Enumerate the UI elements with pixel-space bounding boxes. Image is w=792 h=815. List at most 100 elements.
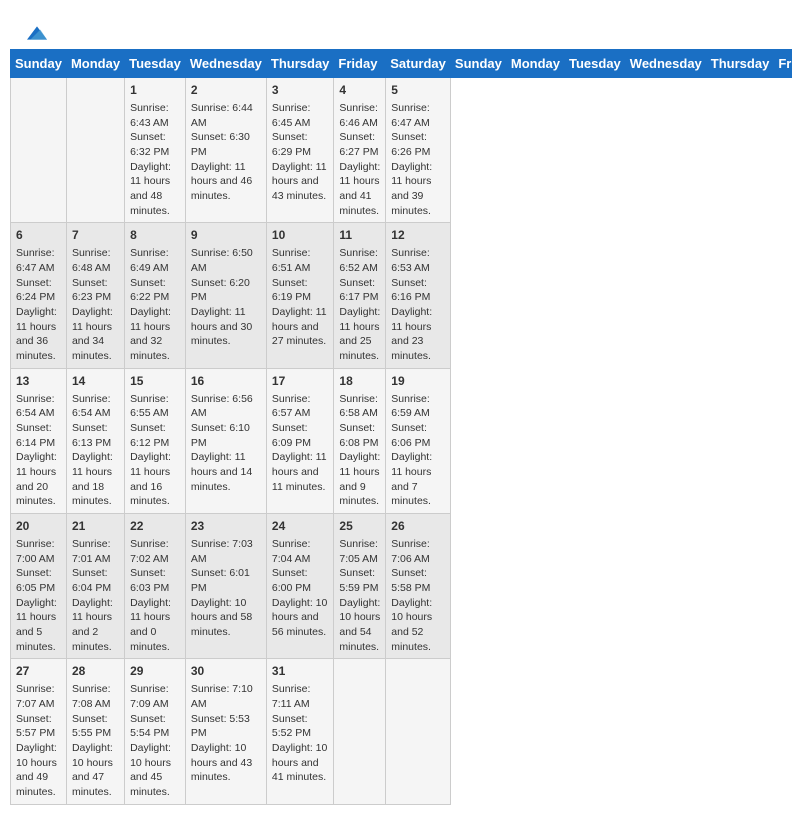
day-number: 16 xyxy=(191,373,261,390)
day-info: Sunrise: 6:45 AM Sunset: 6:29 PM Dayligh… xyxy=(272,101,329,204)
calendar-week-3: 13 Sunrise: 6:54 AM Sunset: 6:14 PM Dayli… xyxy=(11,368,792,513)
day-number: 8 xyxy=(130,227,180,244)
calendar-cell xyxy=(334,659,386,804)
calendar-cell: 12 Sunrise: 6:53 AM Sunset: 6:16 PM Dayli… xyxy=(386,223,451,368)
day-number: 29 xyxy=(130,663,180,680)
day-info: Sunrise: 6:46 AM Sunset: 6:27 PM Dayligh… xyxy=(339,101,380,219)
day-number: 7 xyxy=(72,227,119,244)
calendar-cell: 28 Sunrise: 7:08 AM Sunset: 5:55 PM Dayli… xyxy=(66,659,124,804)
calendar-cell: 30Sunrise: 7:10 AM Sunset: 5:53 PM Dayli… xyxy=(185,659,266,804)
header-tuesday: Tuesday xyxy=(125,50,186,78)
day-info: Sunrise: 7:11 AM Sunset: 5:52 PM Dayligh… xyxy=(272,682,329,785)
page-header xyxy=(10,10,782,49)
day-number: 17 xyxy=(272,373,329,390)
day-info: Sunrise: 7:01 AM Sunset: 6:04 PM Dayligh… xyxy=(72,537,119,655)
calendar-cell: 26Sunrise: 7:06 AM Sunset: 5:58 PM Dayli… xyxy=(386,514,451,659)
day-info: Sunrise: 7:08 AM Sunset: 5:55 PM Dayligh… xyxy=(72,682,119,800)
day-number: 12 xyxy=(391,227,445,244)
day-info: Sunrise: 7:04 AM Sunset: 6:00 PM Dayligh… xyxy=(272,537,329,640)
day-number: 4 xyxy=(339,82,380,99)
calendar-cell: 13 Sunrise: 6:54 AM Sunset: 6:14 PM Dayli… xyxy=(11,368,67,513)
calendar-cell: 5Sunrise: 6:47 AM Sunset: 6:26 PM Daylig… xyxy=(386,78,451,223)
calendar-cell: 10 Sunrise: 6:51 AM Sunset: 6:19 PM Dayli… xyxy=(266,223,334,368)
header-friday: Friday xyxy=(334,50,386,78)
calendar-cell: 4 Sunrise: 6:46 AM Sunset: 6:27 PM Daylig… xyxy=(334,78,386,223)
day-info: Sunrise: 7:05 AM Sunset: 5:59 PM Dayligh… xyxy=(339,537,380,655)
day-info: Sunrise: 6:55 AM Sunset: 6:12 PM Dayligh… xyxy=(130,392,180,510)
day-info: Sunrise: 6:51 AM Sunset: 6:19 PM Dayligh… xyxy=(272,246,329,349)
day-info: Sunrise: 7:00 AM Sunset: 6:05 PM Dayligh… xyxy=(16,537,61,655)
day-number: 22 xyxy=(130,518,180,535)
day-info: Sunrise: 6:54 AM Sunset: 6:14 PM Dayligh… xyxy=(16,392,61,510)
calendar-cell: 7 Sunrise: 6:48 AM Sunset: 6:23 PM Daylig… xyxy=(66,223,124,368)
calendar-cell: 25 Sunrise: 7:05 AM Sunset: 5:59 PM Dayli… xyxy=(334,514,386,659)
calendar-cell: 14 Sunrise: 6:54 AM Sunset: 6:13 PM Dayli… xyxy=(66,368,124,513)
day-number: 5 xyxy=(391,82,445,99)
header-monday: Monday xyxy=(506,50,564,78)
calendar-cell: 6Sunrise: 6:47 AM Sunset: 6:24 PM Daylig… xyxy=(11,223,67,368)
day-info: Sunrise: 6:58 AM Sunset: 6:08 PM Dayligh… xyxy=(339,392,380,510)
logo xyxy=(25,20,47,44)
day-info: Sunrise: 6:53 AM Sunset: 6:16 PM Dayligh… xyxy=(391,246,445,364)
day-info: Sunrise: 6:48 AM Sunset: 6:23 PM Dayligh… xyxy=(72,246,119,364)
day-number: 13 xyxy=(16,373,61,390)
header-friday: Friday xyxy=(774,50,792,78)
calendar-week-4: 20Sunrise: 7:00 AM Sunset: 6:05 PM Dayli… xyxy=(11,514,792,659)
calendar-cell: 11 Sunrise: 6:52 AM Sunset: 6:17 PM Dayli… xyxy=(334,223,386,368)
day-number: 24 xyxy=(272,518,329,535)
day-number: 28 xyxy=(72,663,119,680)
day-number: 2 xyxy=(191,82,261,99)
day-info: Sunrise: 6:56 AM Sunset: 6:10 PM Dayligh… xyxy=(191,392,261,495)
calendar-table: SundayMondayTuesdayWednesdayThursdayFrid… xyxy=(10,49,792,804)
day-number: 18 xyxy=(339,373,380,390)
day-number: 15 xyxy=(130,373,180,390)
day-number: 25 xyxy=(339,518,380,535)
day-info: Sunrise: 7:07 AM Sunset: 5:57 PM Dayligh… xyxy=(16,682,61,800)
day-info: Sunrise: 7:03 AM Sunset: 6:01 PM Dayligh… xyxy=(191,537,261,640)
day-number: 27 xyxy=(16,663,61,680)
day-info: Sunrise: 6:50 AM Sunset: 6:20 PM Dayligh… xyxy=(191,246,261,349)
calendar-cell: 1 Sunrise: 6:43 AM Sunset: 6:32 PM Daylig… xyxy=(125,78,186,223)
calendar-cell: 23Sunrise: 7:03 AM Sunset: 6:01 PM Dayli… xyxy=(185,514,266,659)
header-wednesday: Wednesday xyxy=(185,50,266,78)
calendar-cell: 31 Sunrise: 7:11 AM Sunset: 5:52 PM Dayli… xyxy=(266,659,334,804)
header-sunday: Sunday xyxy=(11,50,67,78)
calendar-cell: 9Sunrise: 6:50 AM Sunset: 6:20 PM Daylig… xyxy=(185,223,266,368)
day-number: 10 xyxy=(272,227,329,244)
day-number: 3 xyxy=(272,82,329,99)
calendar-header-row: SundayMondayTuesdayWednesdayThursdayFrid… xyxy=(11,50,792,78)
calendar-week-1: 1 Sunrise: 6:43 AM Sunset: 6:32 PM Daylig… xyxy=(11,78,792,223)
header-wednesday: Wednesday xyxy=(625,50,706,78)
calendar-cell: 16 Sunrise: 6:56 AM Sunset: 6:10 PM Dayli… xyxy=(185,368,266,513)
day-info: Sunrise: 6:47 AM Sunset: 6:24 PM Dayligh… xyxy=(16,246,61,364)
day-info: Sunrise: 6:52 AM Sunset: 6:17 PM Dayligh… xyxy=(339,246,380,364)
day-info: Sunrise: 6:49 AM Sunset: 6:22 PM Dayligh… xyxy=(130,246,180,364)
calendar-week-5: 27 Sunrise: 7:07 AM Sunset: 5:57 PM Dayli… xyxy=(11,659,792,804)
day-info: Sunrise: 6:54 AM Sunset: 6:13 PM Dayligh… xyxy=(72,392,119,510)
calendar-cell xyxy=(386,659,451,804)
day-number: 31 xyxy=(272,663,329,680)
day-number: 11 xyxy=(339,227,380,244)
day-info: Sunrise: 7:10 AM Sunset: 5:53 PM Dayligh… xyxy=(191,682,261,785)
header-monday: Monday xyxy=(66,50,124,78)
calendar-cell: 2Sunrise: 6:44 AM Sunset: 6:30 PM Daylig… xyxy=(185,78,266,223)
calendar-cell: 24 Sunrise: 7:04 AM Sunset: 6:00 PM Dayli… xyxy=(266,514,334,659)
day-number: 14 xyxy=(72,373,119,390)
day-info: Sunrise: 6:59 AM Sunset: 6:06 PM Dayligh… xyxy=(391,392,445,510)
calendar-cell xyxy=(66,78,124,223)
header-thursday: Thursday xyxy=(266,50,334,78)
day-number: 26 xyxy=(391,518,445,535)
header-tuesday: Tuesday xyxy=(565,50,626,78)
calendar-cell: 21Sunrise: 7:01 AM Sunset: 6:04 PM Dayli… xyxy=(66,514,124,659)
day-number: 1 xyxy=(130,82,180,99)
day-number: 19 xyxy=(391,373,445,390)
calendar-cell: 27 Sunrise: 7:07 AM Sunset: 5:57 PM Dayli… xyxy=(11,659,67,804)
calendar-week-2: 6Sunrise: 6:47 AM Sunset: 6:24 PM Daylig… xyxy=(11,223,792,368)
day-info: Sunrise: 7:09 AM Sunset: 5:54 PM Dayligh… xyxy=(130,682,180,800)
calendar-cell: 19 Sunrise: 6:59 AM Sunset: 6:06 PM Dayli… xyxy=(386,368,451,513)
day-info: Sunrise: 6:57 AM Sunset: 6:09 PM Dayligh… xyxy=(272,392,329,495)
day-info: Sunrise: 6:43 AM Sunset: 6:32 PM Dayligh… xyxy=(130,101,180,219)
day-info: Sunrise: 7:02 AM Sunset: 6:03 PM Dayligh… xyxy=(130,537,180,655)
header-thursday: Thursday xyxy=(706,50,774,78)
header-saturday: Saturday xyxy=(386,50,451,78)
